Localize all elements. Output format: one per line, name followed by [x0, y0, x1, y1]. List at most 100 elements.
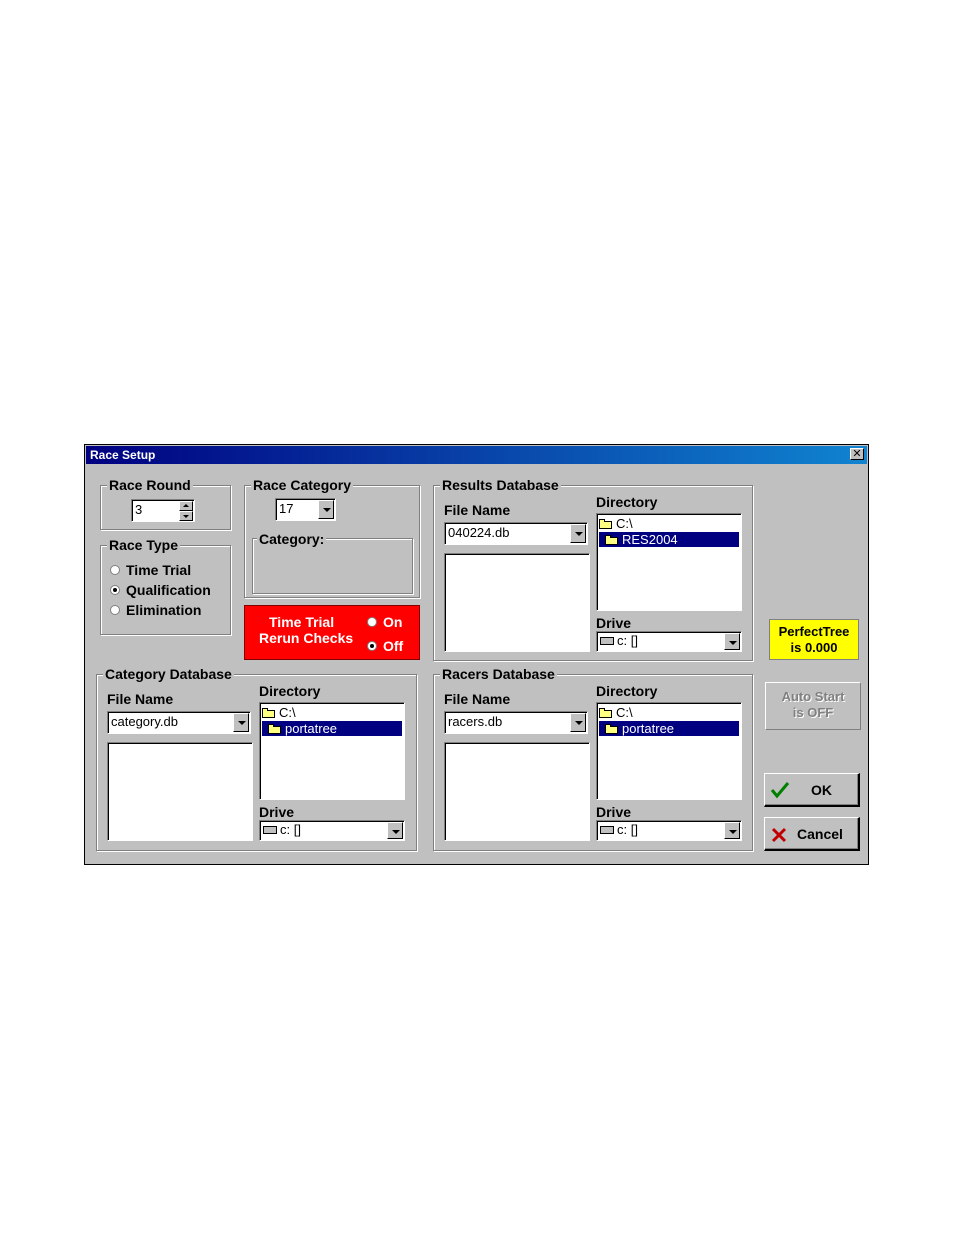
- window-title: Race Setup: [90, 448, 156, 462]
- spin-up-button[interactable]: [179, 501, 193, 511]
- category-drive-text: c: []: [280, 822, 301, 837]
- check-icon: [770, 782, 790, 799]
- racers-drive-text: c: []: [617, 822, 638, 837]
- spin-down-button[interactable]: [179, 511, 193, 521]
- racers-dir-root-label: C:\: [616, 705, 633, 720]
- folder-open-icon: [599, 708, 613, 718]
- race-round-value: 3: [135, 502, 143, 517]
- category-dir-root[interactable]: C:\: [262, 705, 296, 720]
- spin-down-icon: [183, 515, 189, 518]
- results-file-dropdown-icon[interactable]: [570, 524, 586, 543]
- racers-db-legend: Racers Database: [440, 666, 557, 682]
- x-icon: [771, 827, 787, 843]
- rerun-checks-panel: Time Trial Rerun Checks On Off: [244, 605, 420, 660]
- race-type-elimination-radio[interactable]: [110, 605, 120, 615]
- folder-open-icon: [599, 519, 613, 529]
- results-dir-root[interactable]: C:\: [599, 516, 633, 531]
- category-legend: Category:: [257, 531, 327, 547]
- racers-file-name-value: racers.db: [448, 714, 503, 729]
- results-drive-dropdown-icon[interactable]: [724, 633, 740, 650]
- racers-file-name-combo[interactable]: racers.db: [444, 711, 588, 734]
- race-type-qualification-label[interactable]: Qualification: [126, 582, 211, 598]
- spin-up-icon: [183, 504, 189, 507]
- race-setup-window: Race Setup ✕ Race Round 3 Race Type Time…: [84, 444, 869, 865]
- racers-file-dropdown-icon[interactable]: [570, 713, 586, 732]
- category-file-dropdown-icon[interactable]: [233, 713, 249, 732]
- racers-drive-combo[interactable]: c: []: [596, 820, 742, 841]
- auto-start-line2: is OFF: [792, 705, 834, 720]
- results-file-name-value: 040224.db: [448, 525, 510, 540]
- category-drive-value: c: []: [263, 822, 301, 838]
- category-drive-combo[interactable]: c: []: [259, 820, 405, 841]
- racers-drive-dropdown-icon[interactable]: [724, 822, 740, 839]
- folder-open-icon: [605, 724, 619, 734]
- folder-open-icon: [262, 708, 276, 718]
- rerun-label-line2: Rerun Checks: [259, 630, 354, 646]
- racers-dir-selected-label: portatree: [622, 721, 675, 736]
- racers-dir-root[interactable]: C:\: [599, 705, 633, 720]
- results-db-legend: Results Database: [440, 477, 561, 493]
- results-directory-label: Directory: [596, 494, 658, 510]
- results-dir-root-label: C:\: [616, 516, 633, 531]
- race-round-spinner[interactable]: 3: [131, 499, 195, 522]
- category-file-name-value: category.db: [111, 714, 178, 729]
- category-drive-dropdown-icon[interactable]: [387, 822, 403, 839]
- results-drive-combo[interactable]: c: []: [596, 631, 742, 652]
- race-category-dropdown-icon[interactable]: [318, 500, 334, 519]
- category-db-legend: Category Database: [103, 666, 234, 682]
- results-file-name-label: File Name: [444, 502, 511, 518]
- results-drive-text: c: []: [617, 633, 638, 648]
- race-type-qualification-radio[interactable]: [110, 585, 120, 595]
- category-dir-selected-label: portatree: [285, 721, 338, 736]
- cancel-button[interactable]: Cancel: [764, 817, 860, 851]
- perfect-tree-line1: PerfectTree: [778, 624, 850, 639]
- results-drive-value: c: []: [600, 633, 638, 649]
- folder-open-icon: [268, 724, 282, 734]
- drive-icon: [600, 826, 614, 834]
- category-directory-list[interactable]: C:\ portatree: [259, 702, 405, 800]
- race-type-time-trial-radio[interactable]: [110, 565, 120, 575]
- category-drive-label: Drive: [259, 804, 295, 820]
- category-dir-selected[interactable]: portatree: [262, 721, 402, 736]
- auto-start-line1: Auto Start: [781, 689, 845, 704]
- racers-file-list[interactable]: [444, 742, 590, 841]
- category-dir-root-label: C:\: [279, 705, 296, 720]
- cancel-label: Cancel: [797, 826, 843, 842]
- racers-directory-label: Directory: [596, 683, 658, 699]
- race-category-value: 17: [279, 501, 294, 516]
- category-group: Category:: [252, 531, 413, 594]
- category-file-name-label: File Name: [107, 691, 174, 707]
- folder-open-icon: [605, 535, 619, 545]
- results-dir-selected-label: RES2004: [622, 532, 678, 547]
- racers-drive-label: Drive: [596, 804, 632, 820]
- racers-drive-value: c: []: [600, 822, 638, 838]
- auto-start-button[interactable]: Auto Start is OFF: [765, 682, 861, 730]
- race-type-time-trial-label[interactable]: Time Trial: [126, 562, 191, 578]
- rerun-off-label[interactable]: Off: [383, 638, 403, 654]
- results-dir-selected[interactable]: RES2004: [599, 532, 739, 547]
- results-file-name-combo[interactable]: 040224.db: [444, 522, 588, 545]
- title-bar[interactable]: Race Setup ✕: [86, 446, 867, 464]
- rerun-on-radio[interactable]: [367, 617, 377, 627]
- race-type-legend: Race Type: [107, 537, 180, 553]
- close-button[interactable]: ✕: [850, 448, 864, 460]
- results-drive-label: Drive: [596, 615, 632, 631]
- category-file-name-combo[interactable]: category.db: [107, 711, 251, 734]
- race-category-combo[interactable]: 17: [275, 498, 336, 521]
- rerun-on-label[interactable]: On: [383, 614, 402, 630]
- results-file-list[interactable]: [444, 553, 590, 652]
- ok-button[interactable]: OK: [764, 773, 860, 807]
- drive-icon: [600, 637, 614, 645]
- race-round-legend: Race Round: [107, 477, 193, 493]
- race-type-elimination-label[interactable]: Elimination: [126, 602, 201, 618]
- rerun-off-radio[interactable]: [367, 641, 377, 651]
- racers-directory-list[interactable]: C:\ portatree: [596, 702, 742, 800]
- results-directory-list[interactable]: C:\ RES2004: [596, 513, 742, 611]
- racers-dir-selected[interactable]: portatree: [599, 721, 739, 736]
- rerun-label-line1: Time Trial: [269, 614, 335, 630]
- drive-icon: [263, 826, 277, 834]
- category-directory-label: Directory: [259, 683, 321, 699]
- perfect-tree-line2: is 0.000: [790, 640, 838, 655]
- category-file-list[interactable]: [107, 742, 253, 841]
- racers-file-name-label: File Name: [444, 691, 511, 707]
